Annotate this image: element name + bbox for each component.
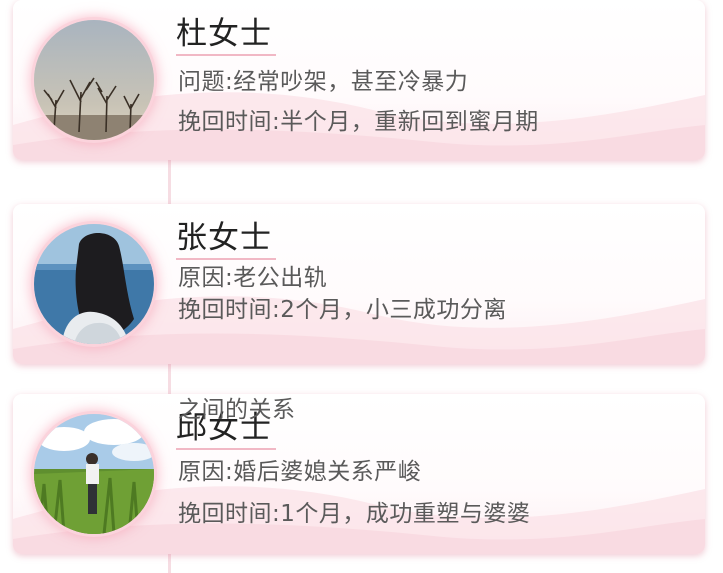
testimonial-card[interactable]: 杜女士 问题:经常吵架，甚至冷暴力 挽回时间:半个月，重新回到蜜月期 bbox=[13, 0, 705, 160]
avatar bbox=[34, 224, 154, 344]
problem-text: 问题:经常吵架，甚至冷暴力 bbox=[178, 69, 469, 95]
testimonial-card[interactable]: 张女士 原因:老公出轨 挽回时间:2个月，小三成功分离 bbox=[13, 204, 705, 364]
recovery-time-text: 挽回时间:1个月，成功重塑与婆婆 bbox=[178, 501, 531, 527]
recovery-time-text: 挽回时间:半个月，重新回到蜜月期 bbox=[178, 109, 539, 135]
testimonial-card[interactable]: 邱女士 原因:婚后婆媳关系严峻 挽回时间:1个月，成功重塑与婆婆 之间的关系 bbox=[13, 394, 705, 554]
client-name: 张女士 bbox=[176, 218, 276, 260]
avatar bbox=[34, 414, 154, 534]
avatar-photo bbox=[34, 20, 154, 140]
recovery-time-text-continued: 之间的关系 bbox=[178, 397, 296, 423]
avatar-photo bbox=[34, 414, 154, 534]
reason-text: 原因:老公出轨 bbox=[178, 265, 328, 291]
reason-text: 原因:婚后婆媳关系严峻 bbox=[178, 459, 422, 485]
client-name: 杜女士 bbox=[176, 14, 276, 56]
avatar-photo bbox=[34, 224, 154, 344]
recovery-time-text: 挽回时间:2个月，小三成功分离 bbox=[178, 297, 507, 323]
avatar bbox=[34, 20, 154, 140]
